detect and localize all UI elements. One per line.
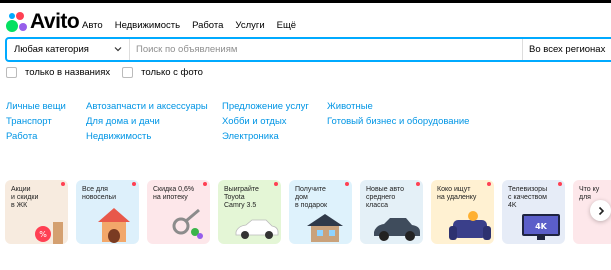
promo-tile-label: Все для новосельи (82, 186, 117, 201)
new-badge (132, 182, 136, 186)
promo-tile-label: Акции и скидки в ЖК (11, 186, 39, 209)
filter-label: только с фото (141, 67, 203, 78)
chevron-down-icon (114, 47, 122, 52)
nav-item-auto[interactable]: Авто (82, 20, 103, 31)
category-link[interactable]: Хобби и отдых (222, 116, 309, 131)
promo-tile[interactable]: Получите дом в подарок (289, 180, 352, 244)
search-input[interactable] (130, 39, 522, 60)
discount-ring-icon: % (35, 222, 63, 244)
category-select-value: Любая категория (14, 44, 89, 55)
category-link[interactable]: Предложение услуг (222, 101, 309, 116)
nav-item-services[interactable]: Услуги (235, 20, 264, 31)
promo-tile-label: Новые авто среднего класса (366, 186, 405, 209)
tv-icon: 4K (522, 214, 560, 240)
search-bar: Любая категория Во всех регионах (5, 37, 611, 62)
region-select-value: Во всех регионах (529, 44, 606, 55)
promo-tile[interactable]: Новые авто среднего класса (360, 180, 423, 244)
category-link[interactable]: Электроника (222, 131, 309, 146)
new-badge (487, 182, 491, 186)
new-badge (274, 182, 278, 186)
logo-text: Avito (30, 10, 80, 33)
logo-dots-icon (5, 11, 29, 33)
top-bar (0, 0, 611, 3)
category-column: Животные Готовый бизнес и оборудование (327, 101, 469, 131)
new-badge (558, 182, 562, 186)
category-column: Предложение услуг Хобби и отдых Электрон… (222, 101, 309, 146)
category-link[interactable]: Недвижимость (86, 131, 208, 146)
with-photo-checkbox[interactable] (122, 67, 134, 78)
category-link[interactable]: Транспорт (6, 116, 66, 131)
car-icon (374, 218, 420, 241)
region-select[interactable]: Во всех регионах (522, 39, 611, 60)
promo-tile[interactable]: Телевизоры с качеством 4K 4K (502, 180, 565, 244)
nav-item-jobs[interactable]: Работа (192, 20, 223, 31)
category-column: Автозапчасти и аксессуары Для дома и дач… (86, 101, 208, 146)
promo-tile-label: Выиграйте Toyota Camry 3.5 (224, 186, 259, 209)
promo-tile-label: Получите дом в подарок (295, 186, 328, 209)
main-nav: Авто Недвижимость Работа Услуги Ещё (82, 20, 308, 31)
category-select[interactable]: Любая категория (7, 39, 130, 60)
titles-only-checkbox[interactable] (6, 67, 17, 78)
category-link[interactable]: Готовый бизнес и оборудование (327, 116, 469, 131)
promo-tile[interactable]: Выиграйте Toyota Camry 3.5 (218, 180, 281, 244)
car-icon (235, 219, 279, 239)
filter-with-photo[interactable]: только с фото (122, 67, 203, 78)
category-column: Личные вещи Транспорт Работа (6, 101, 66, 146)
new-badge (416, 182, 420, 186)
search-filters: только в названиях только с фото (6, 67, 215, 78)
promo-tile[interactable]: Акции и скидки в ЖК % (5, 180, 68, 244)
house-icon (307, 214, 343, 242)
category-link[interactable]: Для дома и дачи (86, 116, 208, 131)
promo-tile[interactable]: Скидка 0,6% на ипотеку (147, 180, 210, 244)
nav-item-more[interactable]: Ещё (277, 20, 296, 31)
promo-tile[interactable]: Коко ищут на удаленку (431, 180, 494, 244)
filter-titles-only[interactable]: только в названиях (6, 67, 110, 78)
promo-tile[interactable]: Все для новосельи (76, 180, 139, 244)
category-link[interactable]: Личные вещи (6, 101, 66, 116)
category-link[interactable]: Животные (327, 101, 469, 116)
chevron-right-icon (598, 206, 604, 215)
promo-tile-label: Телевизоры с качеством 4K (508, 186, 548, 209)
new-badge (203, 182, 207, 186)
dog-house-icon (98, 208, 130, 243)
promo-tile-label: Коко ищут на удаленку (437, 186, 477, 201)
nav-item-realty[interactable]: Недвижимость (115, 20, 180, 31)
filter-label: только в названиях (25, 67, 111, 78)
category-link[interactable]: Автозапчасти и аксессуары (86, 101, 208, 116)
svg-text:4K: 4K (535, 222, 548, 231)
carousel-next-button[interactable] (590, 200, 611, 221)
avito-logo[interactable]: Avito (5, 10, 80, 33)
new-badge (345, 182, 349, 186)
category-link[interactable]: Работа (6, 131, 66, 146)
armchair-icon (449, 211, 491, 240)
svg-text:%: % (39, 230, 47, 239)
new-badge (61, 182, 65, 186)
keys-icon (172, 208, 203, 239)
promo-tile-label: Скидка 0,6% на ипотеку (153, 186, 195, 201)
